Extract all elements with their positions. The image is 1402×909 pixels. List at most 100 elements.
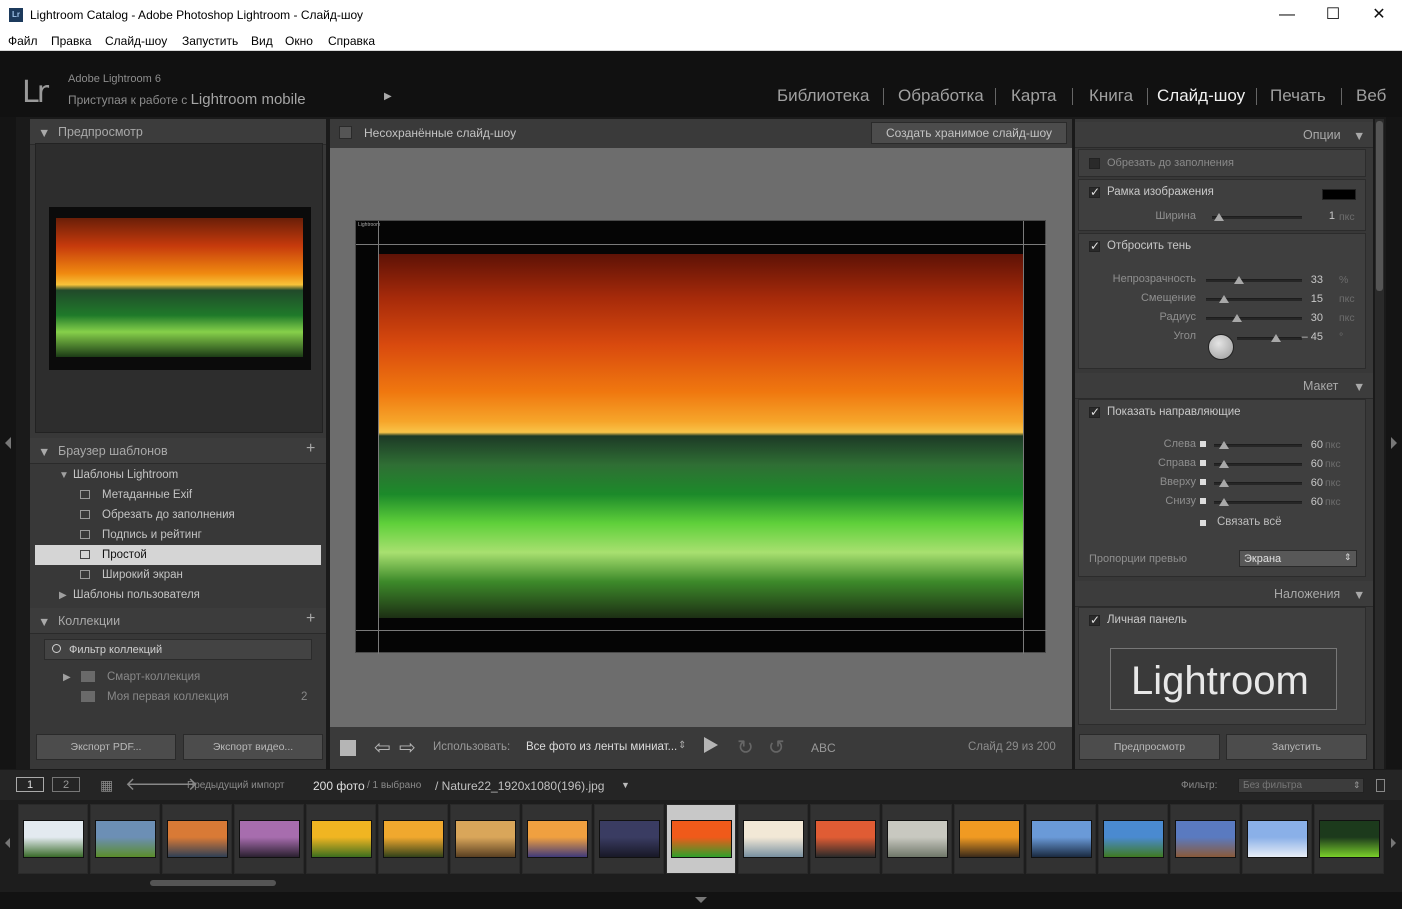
menu-file[interactable]: Файл: [8, 34, 38, 48]
thumbnail[interactable]: [954, 804, 1024, 874]
previous-arrow-icon[interactable]: ⇦: [374, 735, 391, 760]
border-width-slider[interactable]: [1212, 213, 1302, 221]
guide-bottom[interactable]: [356, 630, 1047, 631]
radius-slider[interactable]: [1206, 314, 1302, 322]
slider-knob[interactable]: [1218, 498, 1229, 506]
link-all-checkbox[interactable]: [1200, 520, 1206, 526]
left-edge[interactable]: [0, 117, 16, 769]
thumbnail[interactable]: [450, 804, 520, 874]
slider-knob[interactable]: [1218, 460, 1229, 468]
slider-knob[interactable]: [1218, 479, 1229, 487]
slideshow-checkbox[interactable]: [339, 126, 352, 139]
menu-view[interactable]: Вид: [251, 34, 273, 48]
collections-header[interactable]: ▼ Коллекции +: [30, 608, 326, 634]
close-button[interactable]: ✕: [1356, 0, 1402, 30]
thumbnail[interactable]: [90, 804, 160, 874]
collection-filter-field[interactable]: Фильтр коллекций: [44, 639, 312, 660]
link-margin-box[interactable]: [1200, 498, 1206, 504]
thumbnail[interactable]: [882, 804, 952, 874]
play-triangle-icon[interactable]: ▶: [384, 91, 392, 102]
cast-shadow-checkbox[interactable]: ✓: [1089, 240, 1100, 252]
thumbnail[interactable]: [306, 804, 376, 874]
menu-edit[interactable]: Правка: [51, 34, 92, 48]
bottom-edge[interactable]: [0, 892, 1402, 909]
minimize-button[interactable]: —: [1264, 0, 1310, 30]
thumbnail[interactable]: [1170, 804, 1240, 874]
play-icon[interactable]: [704, 737, 718, 753]
guide-right[interactable]: [1023, 221, 1024, 654]
collapse-right-arrow-icon[interactable]: [1391, 437, 1397, 449]
thumbnail[interactable]: [1026, 804, 1096, 874]
source-label[interactable]: Предыдущий импорт: [187, 780, 285, 791]
overlays-header[interactable]: Наложения ▼: [1075, 581, 1373, 607]
thumbnail[interactable]: [810, 804, 880, 874]
thumbnail[interactable]: [162, 804, 232, 874]
collection-item[interactable]: ▶ Смарт-коллекция: [35, 667, 321, 687]
thumbnail[interactable]: [1242, 804, 1312, 874]
margin-bottom-value[interactable]: 60: [1289, 496, 1323, 508]
scrollbar-thumb[interactable]: [1376, 121, 1383, 291]
thumbnail[interactable]: [1098, 804, 1168, 874]
menu-slideshow[interactable]: Слайд-шоу: [105, 34, 167, 48]
menu-help[interactable]: Справка: [328, 34, 375, 48]
border-width-value[interactable]: 1: [1301, 210, 1335, 222]
next-arrow-icon[interactable]: ⇨: [399, 735, 416, 760]
identity-plate-box[interactable]: Lightroom: [1110, 648, 1337, 710]
radius-value[interactable]: 30: [1289, 312, 1323, 324]
slider-knob[interactable]: [1213, 213, 1224, 221]
show-guides-checkbox[interactable]: ✓: [1089, 406, 1100, 418]
template-group-user[interactable]: ▶ Шаблоны пользователя: [35, 585, 321, 605]
rotate-right-icon[interactable]: ↺: [768, 735, 785, 760]
filmstrip-left-arrow-icon[interactable]: [5, 838, 10, 848]
guide-top[interactable]: [356, 244, 1047, 245]
thumbnail[interactable]: [594, 804, 664, 874]
opacity-slider[interactable]: [1206, 276, 1302, 284]
slider-knob[interactable]: [1271, 334, 1282, 342]
link-margin-box[interactable]: [1200, 441, 1206, 447]
play-button[interactable]: Запустить: [1226, 734, 1367, 760]
margin-top-value[interactable]: 60: [1289, 477, 1323, 489]
slider-knob[interactable]: [1218, 441, 1229, 449]
template-item[interactable]: Обрезать до заполнения: [35, 505, 321, 525]
options-header[interactable]: Опции ▼: [1075, 122, 1373, 148]
add-collection-icon[interactable]: +: [306, 610, 315, 628]
template-item[interactable]: Подпись и рейтинг: [35, 525, 321, 545]
thumbnail[interactable]: [378, 804, 448, 874]
module-print[interactable]: Печать: [1270, 86, 1326, 106]
angle-value[interactable]: – 45: [1289, 331, 1323, 343]
template-group-lightroom[interactable]: ▼ Шаблоны Lightroom: [35, 465, 321, 485]
view-1-button[interactable]: 1: [16, 777, 44, 792]
opacity-value[interactable]: 33: [1289, 274, 1323, 286]
module-book[interactable]: Книга: [1089, 86, 1133, 106]
module-library[interactable]: Библиотека: [777, 86, 869, 106]
grid-icon[interactable]: ▦: [100, 777, 113, 794]
module-web[interactable]: Веб: [1356, 86, 1386, 106]
right-edge[interactable]: [1386, 117, 1402, 769]
getting-started[interactable]: Приступая к работе с Lightroom mobile: [68, 91, 306, 108]
slider-knob[interactable]: [1231, 314, 1242, 322]
module-develop[interactable]: Обработка: [898, 86, 984, 106]
crop-fill-checkbox[interactable]: [1089, 158, 1100, 169]
aspect-select[interactable]: Экрана ⇕: [1239, 550, 1357, 567]
collection-item[interactable]: Моя первая коллекция 2: [35, 687, 321, 707]
filmstrip-right-arrow-icon[interactable]: [1391, 838, 1396, 848]
slider-knob[interactable]: [1234, 276, 1245, 284]
template-browser-header[interactable]: ▼ Браузер шаблонов +: [30, 438, 326, 464]
thumbnail[interactable]: [1314, 804, 1384, 874]
border-color-swatch[interactable]: [1322, 189, 1356, 200]
angle-dial[interactable]: [1208, 334, 1234, 360]
offset-value[interactable]: 15: [1289, 293, 1323, 305]
add-template-icon[interactable]: +: [306, 440, 315, 458]
menu-play[interactable]: Запустить: [182, 34, 238, 48]
create-saved-slideshow-button[interactable]: Создать хранимое слайд-шоу: [871, 122, 1067, 144]
module-slideshow[interactable]: Слайд-шоу: [1157, 86, 1245, 106]
identity-plate-checkbox[interactable]: ✓: [1089, 614, 1100, 626]
use-select[interactable]: Все фото из ленты миниат...: [526, 741, 677, 753]
preview-header[interactable]: ▼ Предпросмотр: [30, 119, 326, 145]
filter-lock-icon[interactable]: [1376, 779, 1385, 792]
thumbnail[interactable]: [234, 804, 304, 874]
template-item-selected[interactable]: Простой: [35, 545, 321, 565]
thumbnail[interactable]: [522, 804, 592, 874]
template-item[interactable]: Метаданные Exif: [35, 485, 321, 505]
thumbnail[interactable]: [18, 804, 88, 874]
